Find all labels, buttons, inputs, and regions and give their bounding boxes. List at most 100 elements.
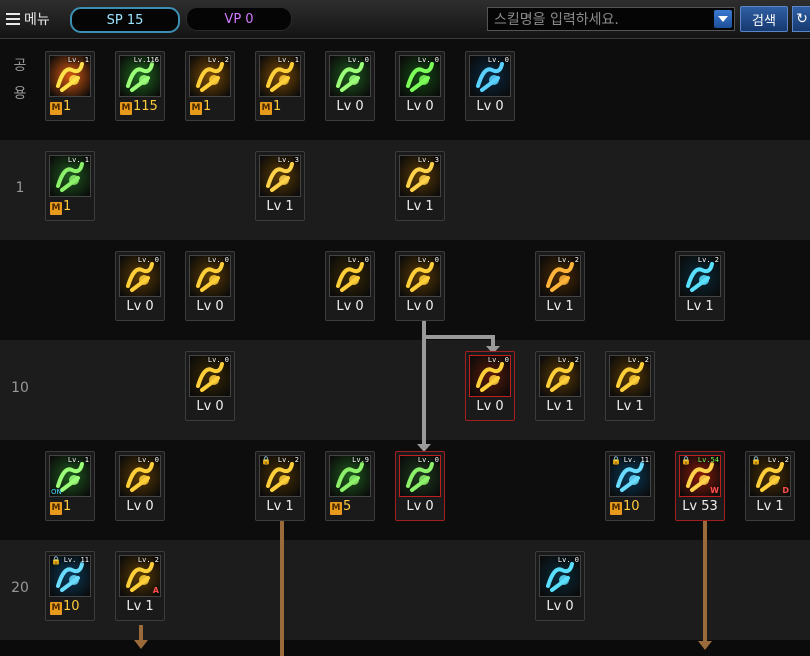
- skill-slot[interactable]: Lv. 2 Lv 1: [535, 351, 585, 421]
- skill-blue-tome-icon[interactable]: Lv. 11 🔒: [609, 455, 651, 497]
- skill-level-badge: Lv. 1: [67, 56, 89, 64]
- connector-arrow-icon: [698, 641, 712, 650]
- skill-beast-roar-icon[interactable]: Lv. 0: [399, 455, 441, 497]
- dropdown-arrow-icon[interactable]: [714, 10, 732, 28]
- skill-golden-kick-icon[interactable]: Lv. 2: [189, 55, 231, 97]
- skill-search-box: [487, 7, 735, 31]
- skill-slot[interactable]: Lv. 1 M1: [45, 51, 95, 121]
- mastery-icon: M: [190, 102, 202, 115]
- skill-mastery-value: 10: [623, 499, 640, 514]
- skill-level-text: Lv 0: [406, 499, 434, 514]
- skill-level-badge: Lv. 2: [557, 356, 579, 364]
- skill-slide-kick-icon[interactable]: Lv. 2: [539, 355, 581, 397]
- mastery-icon: M: [50, 602, 62, 615]
- skill-slot[interactable]: Lv. 3 Lv 1: [255, 151, 305, 221]
- mastery-icon: M: [120, 102, 132, 115]
- skill-claw-strike-icon[interactable]: Lv. 3: [399, 155, 441, 197]
- skill-level-badge: Lv. 0: [207, 356, 229, 364]
- skill-slot[interactable]: Lv. 3 Lv 1: [395, 151, 445, 221]
- row-label-1: 1: [15, 180, 25, 196]
- skill-golden-rise-icon[interactable]: Lv. 0: [119, 455, 161, 497]
- skill-burst-fist-icon[interactable]: Lv. 2: [609, 355, 651, 397]
- refresh-button[interactable]: ↻: [792, 6, 810, 32]
- skill-slot[interactable]: Lv. 11 🔒 M 10: [605, 451, 655, 521]
- skill-golden-stance-icon[interactable]: Lv. 1: [259, 55, 301, 97]
- skill-level-badge: Lv. 0: [207, 256, 229, 264]
- skill-slot[interactable]: Lv. 0 Lv 0: [115, 451, 165, 521]
- toggle-on-label: ON: [51, 488, 62, 496]
- skill-orbit-spheres-icon[interactable]: Lv. 0: [329, 255, 371, 297]
- skill-slot[interactable]: Lv. 0 Lv 0: [185, 251, 235, 321]
- skill-blue-spark-icon[interactable]: Lv. 0: [539, 555, 581, 597]
- skill-level-badge: Lv. 0: [137, 256, 159, 264]
- skill-green-fortress-icon[interactable]: Lv.9: [329, 455, 371, 497]
- skill-slot[interactable]: Lv. 0 Lv 0: [465, 51, 515, 121]
- skill-level-badge: Lv. 1: [67, 156, 89, 164]
- skill-star-dash-icon[interactable]: Lv. 3: [259, 155, 301, 197]
- skill-mastery-value: 115: [133, 99, 158, 114]
- skill-blue-guardian-icon[interactable]: Lv. 11 🔒: [49, 555, 91, 597]
- connector-line: [280, 521, 284, 656]
- skill-level-badge: Lv.54: [697, 456, 719, 464]
- skill-type-tag: A: [152, 586, 159, 595]
- skill-slot[interactable]: Lv.116 M 115: [115, 51, 165, 121]
- skill-slot[interactable]: Lv.9 M 5: [325, 451, 375, 521]
- skill-fire-punch-icon[interactable]: Lv. 0: [399, 255, 441, 297]
- skill-type-tag: W: [710, 486, 719, 495]
- search-button[interactable]: 검색: [740, 6, 788, 32]
- skill-fire-explosion-icon[interactable]: Lv. 1: [49, 55, 91, 97]
- skill-whip-arc-icon[interactable]: Lv. 0: [119, 255, 161, 297]
- skill-blue-eagle-icon[interactable]: Lv. 0: [469, 55, 511, 97]
- skill-hand-grab-icon[interactable]: Lv. 0: [469, 355, 511, 397]
- skill-level-text: Lv 0: [196, 399, 224, 414]
- skill-slot[interactable]: Lv. 0 Lv 0: [325, 51, 375, 121]
- skill-crimson-fist-icon[interactable]: Lv.54 🔒 W: [679, 455, 721, 497]
- mastery-icon: M: [260, 102, 272, 115]
- connector-line: [422, 335, 494, 339]
- skill-slot[interactable]: Lv. 1 M1: [45, 151, 95, 221]
- skill-slot[interactable]: Lv. 0 Lv 0: [185, 351, 235, 421]
- skill-slot[interactable]: Lv.54 🔒 W Lv 53: [675, 451, 725, 521]
- skill-low-kick-icon[interactable]: Lv. 0: [189, 255, 231, 297]
- menu-label: 메뉴: [24, 12, 50, 28]
- skill-slot[interactable]: Lv. 2 M1: [185, 51, 235, 121]
- skill-green-leap-icon[interactable]: Lv.116: [119, 55, 161, 97]
- skill-slot[interactable]: Lv. 0 Lv 0: [395, 251, 445, 321]
- skill-golden-tornado-icon[interactable]: Lv. 2 A: [119, 555, 161, 597]
- skill-slot[interactable]: Lv. 2 🔒 Lv 1: [255, 451, 305, 521]
- skill-slot[interactable]: Lv. 0 Lv 0: [395, 451, 445, 521]
- skill-slot[interactable]: Lv. 2 🔒 D Lv 1: [745, 451, 795, 521]
- skill-slot[interactable]: Lv. 0 Lv 0: [395, 51, 445, 121]
- skill-green-fist-icon[interactable]: Lv. 1: [49, 155, 91, 197]
- skill-slot[interactable]: Lv. 0 Lv 0: [325, 251, 375, 321]
- skill-pentagram-icon[interactable]: Lv. 2: [539, 255, 581, 297]
- skill-level-text: Lv 1: [266, 199, 294, 214]
- skill-green-dance-icon[interactable]: Lv. 1 ON: [49, 455, 91, 497]
- toolbar: 메뉴 SP 15 VP 0 검색 ↻: [0, 0, 810, 39]
- skill-slot[interactable]: Lv. 1 ON M 1: [45, 451, 95, 521]
- skill-search-input[interactable]: [492, 10, 712, 30]
- skill-golden-whip-icon[interactable]: Lv. 0: [189, 355, 231, 397]
- skill-target-aim-icon[interactable]: Lv. 0: [399, 55, 441, 97]
- skill-golden-gauntlet-icon[interactable]: Lv. 2 🔒 D: [749, 455, 791, 497]
- skill-level-badge: Lv. 1: [277, 56, 299, 64]
- skill-slot[interactable]: Lv. 2 A Lv 1: [115, 551, 165, 621]
- skill-slot[interactable]: Lv. 0 Lv 0: [465, 351, 515, 421]
- skill-level-badge: Lv. 2: [697, 256, 719, 264]
- skill-slot[interactable]: Lv. 2 Lv 1: [535, 251, 585, 321]
- skill-lightning-kick-icon[interactable]: Lv. 2 🔒: [259, 455, 301, 497]
- skill-slot[interactable]: Lv. 0 Lv 0: [115, 251, 165, 321]
- skill-level-text: Lv 0: [546, 599, 574, 614]
- skill-slot[interactable]: Lv. 2 Lv 1: [605, 351, 655, 421]
- skill-slot[interactable]: Lv. 2 Lv 1: [675, 251, 725, 321]
- skill-green-sitting-icon[interactable]: Lv. 0: [329, 55, 371, 97]
- skill-level-text: Lv 0: [126, 499, 154, 514]
- skill-level-text: Lv 1: [266, 499, 294, 514]
- skill-blue-orbit-icon[interactable]: Lv. 2: [679, 255, 721, 297]
- skill-slot[interactable]: Lv. 0 Lv 0: [535, 551, 585, 621]
- skill-slot[interactable]: Lv. 11 🔒 M 10: [45, 551, 95, 621]
- skill-slot[interactable]: Lv. 1 M1: [255, 51, 305, 121]
- menu-button[interactable]: 메뉴: [6, 9, 50, 29]
- skill-mastery-value: 10: [63, 599, 80, 614]
- skill-level-badge: Lv. 0: [417, 56, 439, 64]
